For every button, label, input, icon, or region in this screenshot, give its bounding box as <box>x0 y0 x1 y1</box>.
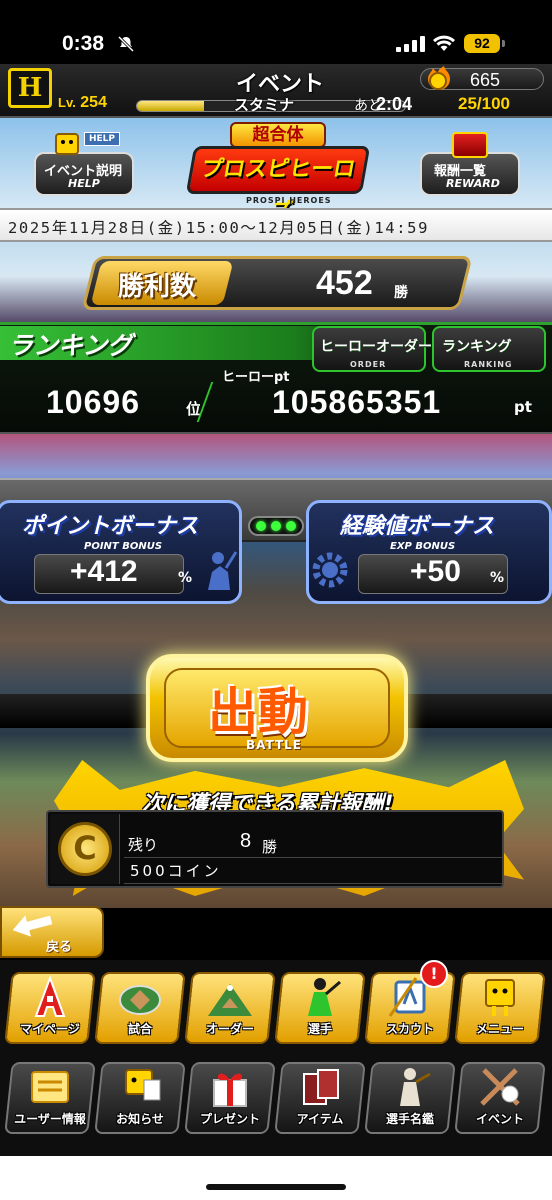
game-header: H イベント 665 Lv. 254 スタミナ あと 2:04 25/100 <box>0 64 552 118</box>
menu-label: お知らせ <box>116 1112 164 1126</box>
battle-sub: BATTLE <box>246 738 302 752</box>
menu-label: 選手 <box>307 1022 332 1036</box>
level-prefix: Lv. <box>58 95 76 110</box>
event-logo: 超合体 プロスピヒーローズ PROSPI HEROES <box>185 122 371 224</box>
ranking-button-sub: RANKING <box>464 360 513 369</box>
treasure-chest-icon <box>452 132 488 158</box>
exp-bonus-sub: EXP BONUS <box>390 541 456 552</box>
reward-list-button[interactable]: 報酬一覧 REWARD <box>420 132 520 196</box>
battle-label: 出動 <box>208 683 308 741</box>
indicator-dot <box>256 521 266 531</box>
bell-muted-icon <box>118 36 134 52</box>
point-bonus-sub: POINT BONUS <box>84 541 163 552</box>
exp-bonus-title: 経験値ボーナス <box>340 514 495 539</box>
gear-icon <box>312 552 348 588</box>
indicator-dot <box>286 521 296 531</box>
status-time: 0:38 <box>62 32 105 55</box>
wins-value: 452 <box>316 264 373 302</box>
menu-mascot-icon <box>476 976 524 1018</box>
level-value: 254 <box>80 94 107 111</box>
exp-bonus-value: +50 <box>410 555 461 588</box>
ranking-title: ランキング <box>8 331 133 360</box>
recover-time: 2:04 <box>376 94 413 114</box>
batter-silhouette-icon <box>208 551 238 590</box>
event-help-button[interactable]: HELP イベント説明 HELP <box>34 132 134 196</box>
stamina-value: 25/100 <box>458 94 510 113</box>
menu-label: 選手名鑑 <box>385 1112 434 1126</box>
wins-label: 勝利数 <box>118 272 197 302</box>
event-bat-icon <box>476 1066 524 1108</box>
field-icon <box>206 976 254 1018</box>
menu-label: プレゼント <box>199 1112 260 1126</box>
gift-icon <box>206 1066 254 1108</box>
remaining-label: 残り <box>128 836 159 854</box>
scout-notification-badge: ! <box>420 960 448 988</box>
player-book-icon <box>386 1066 434 1108</box>
help-tag: HELP <box>84 132 121 146</box>
indicator-dot <box>271 521 281 531</box>
points-unit: pt <box>514 398 532 416</box>
menu-label: マイページ <box>20 1022 80 1036</box>
point-bonus-title: ポイントボーナス <box>22 514 199 539</box>
rank-value: 10696 <box>46 384 140 420</box>
point-bonus-value: +412 <box>70 555 138 588</box>
battery-icon: 92 <box>464 34 500 53</box>
logo-sub: PROSPI HEROES <box>246 196 332 205</box>
signal-icon <box>396 36 425 52</box>
back-label: 戻る <box>46 940 73 955</box>
hero-order-sub: ORDER <box>350 360 387 369</box>
team-logo-icon[interactable]: H <box>8 68 52 108</box>
menu-label: スカウト <box>385 1022 434 1036</box>
home-bar-area <box>0 1156 552 1200</box>
hero-order-label: ヒーローオーダー <box>320 339 432 355</box>
home-indicator[interactable] <box>206 1184 346 1190</box>
logo-main: プロスピヒーローズ <box>185 146 371 224</box>
user-info-icon <box>26 1066 74 1108</box>
item-icon <box>296 1066 344 1108</box>
event-period: 2025年11月28日(金)15:00～12月05日(金)14:59 <box>8 219 430 237</box>
stamina-fill <box>137 101 204 111</box>
ranking-button-label: ランキング <box>442 339 512 355</box>
remaining-value: 8 <box>240 830 252 852</box>
help-mascot-icon <box>55 133 79 155</box>
battery-tip <box>502 40 505 47</box>
help-sub: HELP <box>68 177 100 190</box>
coin-flame-icon <box>428 66 450 90</box>
stamina-label: スタミナ <box>234 96 295 114</box>
mypage-icon <box>26 975 74 1018</box>
reward-row-remaining <box>124 832 504 858</box>
menu-label: アイテム <box>296 1112 344 1126</box>
coin-value: 665 <box>470 70 501 90</box>
player-level: Lv. 254 <box>58 94 107 112</box>
reward-item: 500コイン <box>130 862 222 880</box>
news-icon <box>116 1066 164 1108</box>
menu-label: オーダー <box>205 1022 254 1036</box>
hero-pt-label: ヒーローpt <box>222 370 290 385</box>
menu-label: ユーザー情報 <box>14 1112 86 1126</box>
player-icon <box>296 976 344 1018</box>
point-bonus-unit: % <box>178 570 193 586</box>
menu-label: イベント <box>475 1112 524 1126</box>
exp-bonus-unit: % <box>490 570 505 586</box>
points-value: 105865351 <box>272 384 442 420</box>
remaining-unit: 勝 <box>262 838 278 856</box>
menu-label: メニュー <box>475 1022 524 1036</box>
wifi-icon <box>433 35 455 51</box>
reward-sub: REWARD <box>446 177 500 190</box>
menu-label: 試合 <box>127 1022 152 1036</box>
wins-unit: 勝 <box>394 285 408 301</box>
logo-top: 超合体 <box>230 122 326 148</box>
stadium-icon <box>116 976 164 1018</box>
event-period-bar: 2025年11月28日(金)15:00～12月05日(金)14:59 <box>0 208 552 242</box>
coin-icon: C <box>58 822 112 876</box>
